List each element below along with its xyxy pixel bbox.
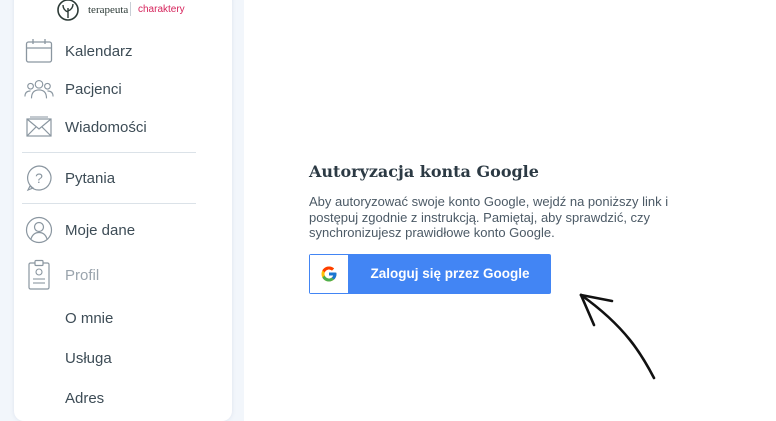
sidebar-item-pytania[interactable]: ? Pytania — [24, 163, 115, 193]
leaf-logo-icon — [57, 0, 79, 21]
sidebar-item-kalendarz[interactable]: Kalendarz — [24, 36, 133, 66]
pointer-arrow — [579, 293, 656, 380]
patients-icon — [24, 74, 54, 104]
sidebar-item-profil[interactable]: Profil — [24, 259, 100, 290]
question-icon: ? — [24, 163, 54, 193]
logo[interactable]: terapeuta charaktery — [42, 0, 212, 30]
sidebar-subitem-usluga[interactable]: Usługa — [65, 350, 112, 367]
sidebar-subitem-adres[interactable]: Adres — [65, 390, 104, 407]
user-icon — [24, 215, 54, 245]
sidebar-subitem-o-mnie[interactable]: O mnie — [65, 310, 113, 327]
sidebar-item-label: Kalendarz — [65, 42, 133, 60]
sidebar-divider — [22, 152, 196, 153]
google-button-label: Zaloguj się przez Google — [370, 266, 530, 281]
sidebar-divider — [22, 203, 196, 204]
calendar-icon — [24, 36, 54, 66]
sidebar-item-label: Wiadomości — [65, 118, 147, 136]
logo-partner-text: charaktery — [138, 4, 185, 15]
sidebar-item-label: Moje dane — [65, 221, 136, 239]
google-g-icon — [321, 266, 337, 282]
auth-description: Aby autoryzować swoje konto Google, wejd… — [309, 194, 669, 240]
page-title: Autoryzacja konta Google — [309, 162, 539, 181]
logo-separator — [130, 2, 131, 16]
sidebar-item-pacjenci[interactable]: Pacjenci — [24, 74, 122, 104]
sidebar-item-wiadomosci[interactable]: Wiadomości — [24, 112, 147, 142]
sidebar-item-label: Pytania — [65, 169, 116, 187]
google-login-button[interactable]: Zaloguj się przez Google — [309, 254, 551, 294]
logo-brand-text: terapeuta — [88, 4, 129, 16]
profile-document-icon — [24, 259, 54, 290]
sidebar-item-moje-dane[interactable]: Moje dane — [24, 215, 135, 245]
svg-text:?: ? — [35, 170, 43, 186]
sidebar-item-label: Pacjenci — [65, 80, 122, 98]
envelope-icon — [24, 112, 54, 142]
google-logo-box — [310, 255, 348, 293]
sidebar-item-label: Profil — [65, 266, 100, 284]
